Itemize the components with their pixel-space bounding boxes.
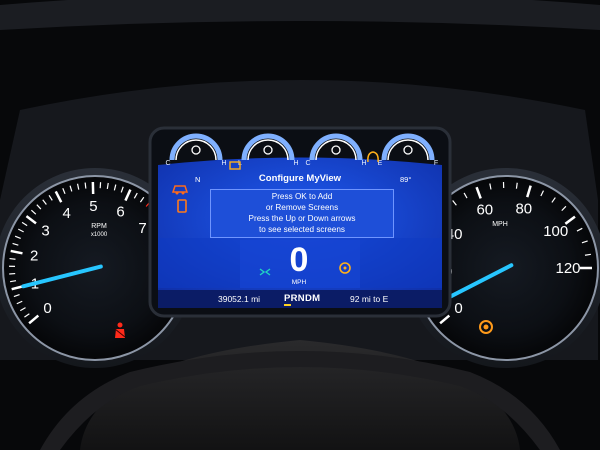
tachometer-tick-label: 5: [89, 198, 97, 215]
rpm-multiplier-label: x1000: [91, 232, 108, 238]
small-gauge-max-label: H: [361, 160, 366, 167]
fuel-range: 92 mi to E: [350, 294, 389, 304]
rpm-label: RPM: [91, 223, 107, 230]
speedometer-tick-label: 60: [476, 202, 493, 219]
display-title: Configure MyView: [258, 173, 342, 184]
tachometer-tick-label: 4: [63, 205, 71, 222]
outside-temperature: 89°: [400, 175, 412, 184]
tachometer-tick-label: 7: [138, 220, 146, 237]
tachometer-tick-label: 2: [30, 248, 38, 265]
small-gauge-max-label: H: [293, 160, 298, 167]
message-line-2: or Remove Screens: [265, 203, 339, 212]
odometer: 39052.1 mi: [218, 294, 261, 304]
speed-unit: MPH: [291, 279, 307, 286]
tachometer-tick-label: 3: [41, 223, 49, 240]
small-gauge-max-label: H: [221, 160, 226, 167]
small-gauge-max-label: F: [434, 160, 438, 167]
mph-label: MPH: [492, 221, 508, 228]
speedometer-tick-label: 0: [454, 300, 462, 317]
gear-others: RNDM: [290, 293, 321, 304]
speedometer-tick-label: 120: [555, 260, 580, 277]
tachometer-tick: [9, 257, 16, 260]
tachometer-tick-label: 6: [116, 203, 124, 220]
small-gauge-min-label: C: [305, 160, 310, 167]
small-gauge-min-label: C: [165, 160, 170, 167]
message-line-1: Press OK to Add: [271, 192, 333, 201]
gear-selector: PRNDM: [284, 293, 321, 306]
tachometer-tick-label: 0: [43, 300, 51, 317]
gear-park: P: [284, 293, 291, 306]
message-line-4: to see selected screens: [258, 225, 346, 234]
message-line-3: Press the Up or Down arrows: [248, 214, 356, 223]
speedometer-tick-label: 80: [515, 201, 532, 218]
speedometer-tick-label: 100: [543, 223, 568, 240]
gear-indicator: N: [195, 175, 201, 184]
message-box: Press OK to Add or Remove Screens Press …: [210, 189, 394, 238]
speed-readout: 0: [289, 241, 309, 279]
